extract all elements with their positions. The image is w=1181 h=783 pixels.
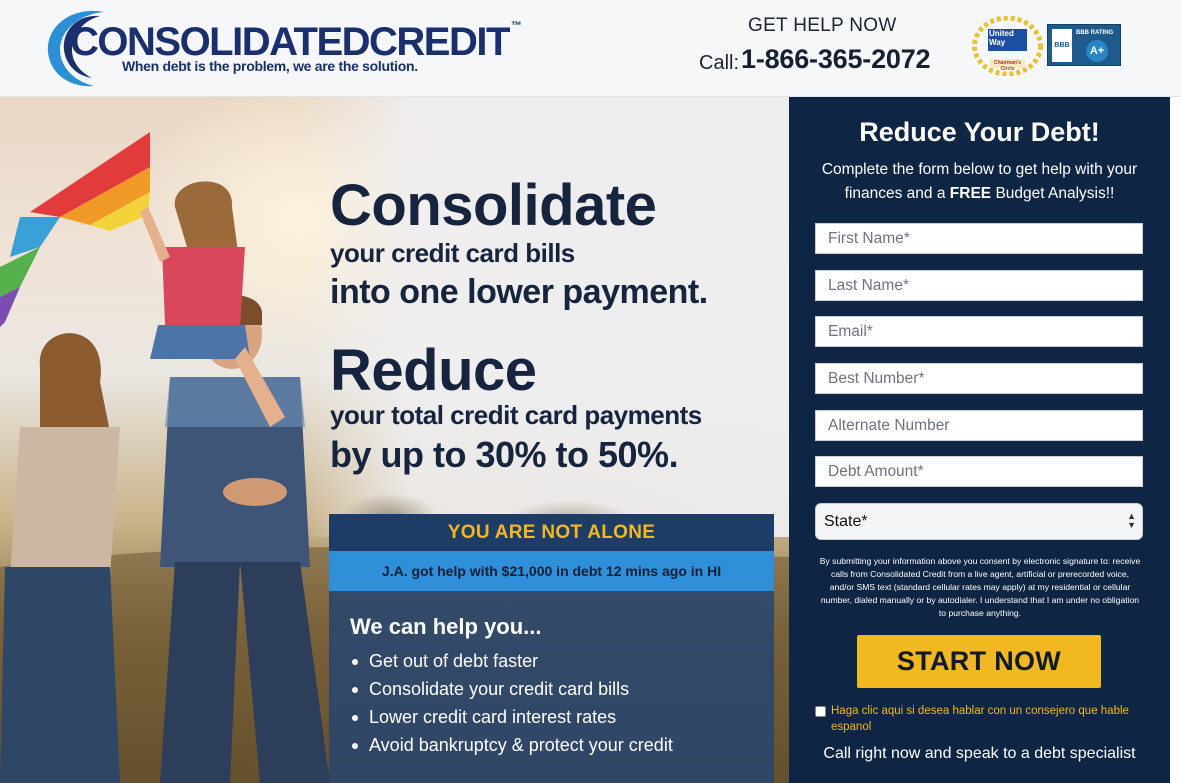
form-subtitle: Complete the form below to get help with…: [821, 161, 1138, 202]
consolidated-credit-logo[interactable]: CONSOLIDATEDCREDIT ™ When debt is the pro…: [42, 6, 522, 90]
benefit-item: Avoid bankruptcy & protect your credit: [350, 731, 673, 759]
benefit-item: Get out of debt faster: [350, 647, 673, 675]
headline-line-percent: by up to 30% to 50%.: [330, 434, 679, 475]
bbb-rating-label: BBB RATING: [1076, 30, 1114, 36]
phone-number-link[interactable]: 1-866-365-2072: [741, 44, 931, 75]
select-arrows-icon: ▲ ▼: [1127, 511, 1136, 530]
call-now-text: Call right now and speak to a debt speci…: [823, 745, 1136, 762]
debt-amount-field[interactable]: [815, 456, 1143, 487]
bbb-rating-badge[interactable]: BBB BBB RATING A+: [1047, 24, 1121, 66]
hero-section: Consolidate your credit card bills into …: [0, 97, 789, 783]
bullet-icon: [352, 743, 358, 749]
site-header: CONSOLIDATEDCREDIT ™ When debt is the pro…: [0, 0, 1181, 97]
lead-form-panel: Reduce Your Debt! Complete the form belo…: [789, 97, 1170, 783]
not-alone-title: YOU ARE NOT ALONE: [329, 514, 774, 551]
start-now-button[interactable]: START NOW: [857, 635, 1101, 688]
call-label: Call:: [699, 52, 740, 74]
mother-figure: [0, 333, 120, 783]
not-alone-box: YOU ARE NOT ALONE J.A. got help with $21…: [329, 514, 774, 783]
kite-icon: [0, 132, 150, 327]
united-way-top-text: United: [989, 29, 1014, 38]
headline-consolidate: Consolidate: [330, 173, 657, 238]
benefit-item: Lower credit card interest rates: [350, 703, 673, 731]
benefit-item: Consolidate your credit card bills: [350, 675, 673, 703]
alternate-number-field[interactable]: [815, 410, 1143, 441]
headline-line-lower-payment: into one lower payment.: [330, 273, 708, 311]
last-name-field[interactable]: [815, 270, 1143, 301]
email-field[interactable]: [815, 316, 1143, 347]
first-name-field[interactable]: [815, 223, 1143, 254]
bullet-icon: [352, 715, 358, 721]
free-emphasis: FREE: [949, 185, 992, 202]
united-way-bottom-text: Way: [989, 38, 1006, 47]
headline-line-total-payments: your total credit card payments: [330, 400, 702, 430]
best-number-field[interactable]: [815, 363, 1143, 394]
benefits-list: Get out of debt faster Consolidate your …: [350, 647, 673, 759]
get-help-now-label: GET HELP NOW: [748, 15, 897, 36]
trademark-symbol: ™: [510, 20, 522, 32]
spanish-checkbox[interactable]: [815, 706, 826, 717]
consent-text: By submitting your information above you…: [819, 556, 1141, 618]
united-way-badge: United Way Chairman's Circle: [972, 15, 1043, 77]
form-title: Reduce Your Debt!: [859, 117, 1100, 147]
recent-help-ticker: J.A. got help with $21,000 in debt 12 mi…: [329, 551, 774, 591]
state-select-value: State*: [824, 513, 868, 530]
headline-reduce: Reduce: [330, 338, 537, 403]
bullet-icon: [352, 687, 358, 693]
logo-tagline: When debt is the problem, we are the sol…: [122, 58, 418, 74]
bbb-grade: A+: [1086, 40, 1108, 62]
state-select[interactable]: State* ▲ ▼: [815, 503, 1143, 540]
headline-line-credit-card-bills: your credit card bills: [330, 238, 575, 268]
united-way-ribbon-text: Chairman's Circle: [993, 60, 1022, 72]
bullet-icon: [352, 659, 358, 665]
bbb-torch-icon: BBB: [1052, 29, 1072, 62]
spanish-checkbox-label[interactable]: Haga clic aqui si desea hablar con un co…: [831, 703, 1151, 735]
we-can-help-title: We can help you...: [350, 614, 542, 639]
